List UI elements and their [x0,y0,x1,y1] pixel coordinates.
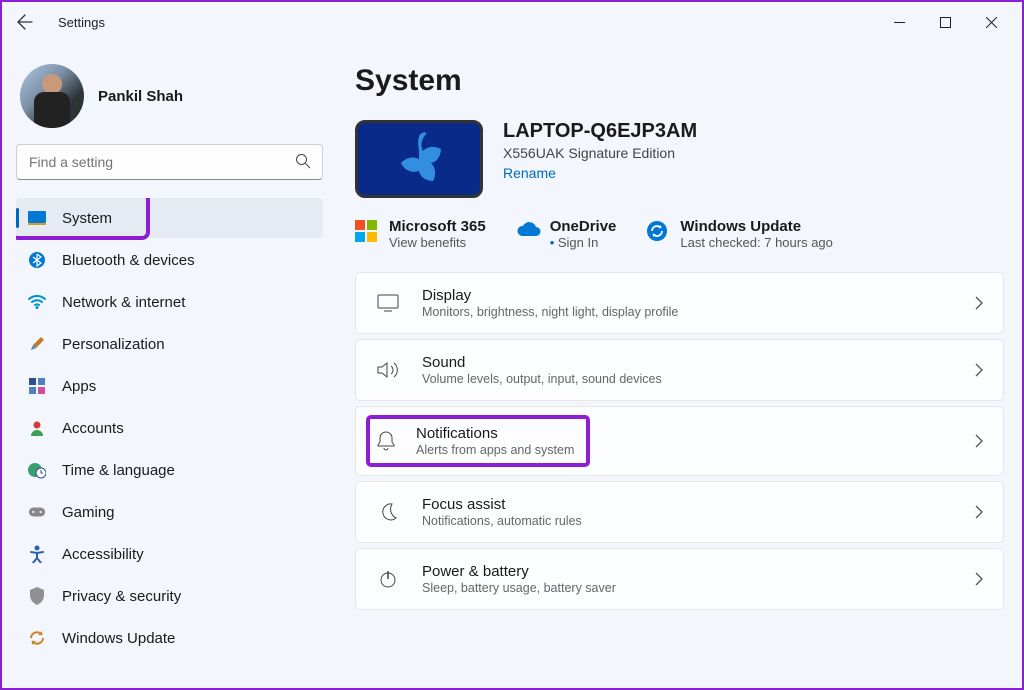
monitor-icon [376,291,400,315]
sidebar-item-apps[interactable]: Apps [16,366,323,406]
settings-cards: DisplayMonitors, brightness, night light… [355,272,1004,610]
sidebar-item-label: Bluetooth & devices [62,252,195,269]
back-button[interactable] [10,7,40,37]
card-title: Sound [422,354,953,371]
sidebar-item-network[interactable]: Network & internet [16,282,323,322]
sidebar-item-privacy[interactable]: Privacy & security [16,576,323,616]
sidebar-item-label: System [62,210,112,227]
user-profile[interactable]: Pankil Shah [16,60,323,144]
card-desc: Notifications, automatic rules [422,514,953,528]
chevron-right-icon [975,434,983,448]
sidebar-item-personalization[interactable]: Personalization [16,324,323,364]
system-icon [28,209,46,227]
device-image [355,120,483,198]
maximize-button[interactable] [922,6,968,38]
sidebar-item-system[interactable]: System [16,198,323,238]
minimize-button[interactable] [876,6,922,38]
arrow-left-icon [17,14,33,30]
shield-icon [28,587,46,605]
microsoft-icon [355,220,377,242]
card-desc: Sleep, battery usage, battery saver [422,581,953,595]
close-icon [986,17,997,28]
close-button[interactable] [968,6,1014,38]
sidebar-item-label: Network & internet [62,294,185,311]
page-title: System [355,64,1004,98]
apps-icon [28,377,46,395]
sidebar-item-label: Personalization [62,336,165,353]
card-title: Focus assist [422,496,953,513]
card-display[interactable]: DisplayMonitors, brightness, night light… [355,272,1004,334]
card-desc: Alerts from apps and system [416,443,574,457]
sidebar-item-time[interactable]: Time & language [16,450,323,490]
device-section: LAPTOP-Q6EJP3AM X556UAK Signature Editio… [355,120,1004,198]
card-title: Power & battery [422,563,953,580]
sidebar-item-bluetooth[interactable]: Bluetooth & devices [16,240,323,280]
chevron-right-icon [975,572,983,586]
status-label: OneDrive [550,218,617,235]
gamepad-icon [28,503,46,521]
avatar [20,64,84,128]
status-onedrive[interactable]: OneDriveSign In [516,218,617,250]
minimize-icon [894,17,905,28]
power-icon [376,567,400,591]
search-input[interactable] [16,144,323,180]
status-sub: Last checked: 7 hours ago [680,235,833,250]
sidebar-item-label: Accessibility [62,546,144,563]
device-name: LAPTOP-Q6EJP3AM [503,120,697,143]
onedrive-icon [516,220,538,242]
card-title: Display [422,287,953,304]
person-icon [28,419,46,437]
chevron-right-icon [975,505,983,519]
status-windows-update[interactable]: Windows UpdateLast checked: 7 hours ago [646,218,833,250]
user-name: Pankil Shah [98,88,183,105]
speaker-icon [376,358,400,382]
card-title: Notifications [416,425,574,442]
sidebar-item-label: Time & language [62,462,175,479]
device-model: X556UAK Signature Edition [503,145,697,161]
search-icon [295,153,311,169]
sidebar-item-label: Windows Update [62,630,175,647]
nav-list: System Bluetooth & devices Network & int… [16,198,323,658]
rename-link[interactable]: Rename [503,165,556,181]
main-content: System LAPTOP-Q6EJP3AM X556UAK Signature… [337,42,1022,688]
card-power[interactable]: Power & batterySleep, battery usage, bat… [355,548,1004,610]
sidebar-item-label: Privacy & security [62,588,181,605]
sidebar-item-windows-update[interactable]: Windows Update [16,618,323,658]
window-title: Settings [58,15,105,30]
status-label: Microsoft 365 [389,218,486,235]
sidebar-item-gaming[interactable]: Gaming [16,492,323,532]
accessibility-icon [28,545,46,563]
card-desc: Monitors, brightness, night light, displ… [422,305,953,319]
status-microsoft365[interactable]: Microsoft 365View benefits [355,218,486,250]
globe-clock-icon [28,461,46,479]
sidebar: Pankil Shah System Bluetooth & devices N… [2,42,337,688]
windows-bloom-icon [389,129,449,189]
status-sub: View benefits [389,235,486,250]
brush-icon [28,335,46,353]
card-notifications[interactable]: NotificationsAlerts from apps and system [355,406,1004,476]
titlebar: Settings [2,2,1022,42]
sidebar-item-label: Accounts [62,420,124,437]
sidebar-item-accessibility[interactable]: Accessibility [16,534,323,574]
card-focus-assist[interactable]: Focus assistNotifications, automatic rul… [355,481,1004,543]
status-label: Windows Update [680,218,833,235]
bell-icon [374,429,398,453]
moon-icon [376,500,400,524]
sidebar-item-label: Apps [62,378,96,395]
chevron-right-icon [975,296,983,310]
highlight-notifications: NotificationsAlerts from apps and system [366,415,590,467]
sidebar-item-accounts[interactable]: Accounts [16,408,323,448]
sync-icon [28,629,46,647]
sidebar-item-label: Gaming [62,504,115,521]
card-sound[interactable]: SoundVolume levels, output, input, sound… [355,339,1004,401]
card-desc: Volume levels, output, input, sound devi… [422,372,953,386]
bluetooth-icon [28,251,46,269]
chevron-right-icon [975,363,983,377]
status-sub: Sign In [550,235,617,250]
wifi-icon [28,293,46,311]
maximize-icon [940,17,951,28]
search-container [16,144,323,180]
sync-icon [646,220,668,242]
